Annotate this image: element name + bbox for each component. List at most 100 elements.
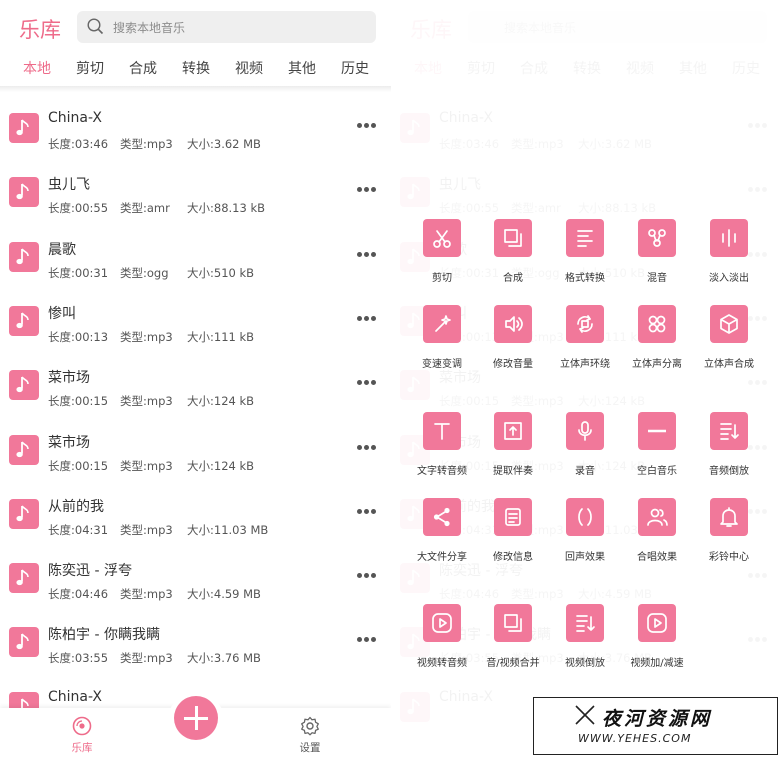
song-type: 类型:mp3 [120,522,173,537]
song-length: 长度:04:31 [48,522,109,537]
song-size: 大小:4.59 MB [187,587,261,602]
tool-label: 变速变调 [422,359,462,370]
song-row[interactable]: 菜市场 长度:00:15 类型:mp3 大小:124 kB [0,418,391,482]
merge-icon [494,219,532,257]
tool-label: 淡入淡出 [709,273,749,284]
song-row[interactable]: 从前的我 长度:04:31 类型:mp3 大小:11.03 MB [0,482,391,546]
song-row[interactable]: 陈柏宇 - 你瞒我瞒 长度:03:55 类型:mp3 大小:3.76 MB [0,610,391,674]
tool-label: 文字转音频 [417,466,467,477]
music-note-icon [9,434,39,465]
tool-label: 视频加/减速 [630,658,684,669]
nav-library[interactable]: 乐库 [62,716,102,756]
song-row[interactable]: 虫儿飞 长度:00:55 类型:amr 大小:88.13 kB [0,160,391,224]
tool-merge[interactable]: 合成 [473,219,553,289]
extract-icon [494,412,532,450]
tool-chorus[interactable]: 合唱效果 [617,498,697,568]
tool-video-to-audio[interactable]: 视频转音频 [402,604,482,674]
song-length: 长度:00:15 [48,394,109,409]
tab-compose[interactable]: 合成 [129,58,157,78]
tab-video[interactable]: 视频 [235,58,263,78]
song-length: 长度:00:31 [48,265,109,280]
song-type: 类型:mp3 [120,587,173,602]
song-row[interactable]: 陈奕迅 - 浮夸 长度:04:46 类型:mp3 大小:4.59 MB [0,546,391,610]
volume-icon [494,305,532,343]
tool-share[interactable]: 大文件分享 [402,498,482,568]
tool-format-convert[interactable]: 格式转换 [545,219,625,289]
share-icon [423,498,461,536]
tool-scissors[interactable]: 剪切 [402,219,482,289]
tab-history[interactable]: 历史 [341,58,369,78]
tool-cube[interactable]: 立体声合成 [689,305,769,375]
tool-blank[interactable]: 空白音乐 [617,412,697,482]
song-type: 类型:ogg [120,265,169,280]
video-reverse-icon [566,604,604,642]
song-size: 大小:11.03 MB [187,522,269,537]
nav-settings[interactable]: 设置 [290,716,330,756]
more-options-icon[interactable] [357,315,377,322]
nav-settings-label: 设置 [299,742,321,754]
tools-overlay-screen: 乐库 搜索本地音乐 本地 剪切 合成 转换 视频 其他 历史 China-X长度… [391,0,782,759]
more-options-icon[interactable] [357,573,377,579]
music-library-screen: 乐库 搜索本地音乐 本地 剪切 合成 转换 视频 其他 历史 China-X 长度… [0,0,391,759]
song-size: 大小:124 kB [187,458,255,473]
song-row[interactable]: 晨歌 长度:00:31 类型:ogg 大小:510 kB [0,225,391,289]
more-options-icon[interactable] [357,637,377,643]
search-icon [87,18,104,35]
tool-split[interactable]: 立体声分离 [617,305,697,375]
search-input[interactable]: 搜索本地音乐 [77,11,376,43]
tool-magic-wand[interactable]: 变速变调 [402,305,482,375]
song-row[interactable]: 菜市场 长度:00:15 类型:mp3 大小:124 kB [0,353,391,417]
tool-label: 混音 [647,273,667,284]
tab-convert[interactable]: 转换 [182,58,210,78]
song-length: 长度:00:13 [48,329,109,344]
tool-reverse[interactable]: 音频倒放 [689,412,769,482]
tool-text[interactable]: 文字转音频 [402,412,482,482]
tool-surround[interactable]: 立体声环绕 [545,305,625,375]
song-length: 长度:04:46 [48,587,109,602]
tool-label: 音频倒放 [709,466,749,477]
song-size: 大小:111 kB [187,329,255,344]
tab-cut[interactable]: 剪切 [76,58,104,78]
music-note-icon [9,305,39,336]
song-title: 菜市场 [48,370,90,387]
add-button[interactable] [174,696,218,740]
tool-echo[interactable]: 回声效果 [545,498,625,568]
more-options-icon[interactable] [357,251,377,258]
more-options-icon[interactable] [357,444,377,451]
blank-icon [638,412,676,450]
tool-video-reverse[interactable]: 视频倒放 [545,604,625,674]
tool-edit-info[interactable]: 修改信息 [473,498,553,568]
more-options-icon[interactable] [357,380,377,386]
tool-volume[interactable]: 修改音量 [473,305,553,375]
more-options-icon[interactable] [357,187,377,193]
format-convert-icon [566,219,604,257]
more-options-icon[interactable] [357,508,377,515]
song-type: 类型:amr [120,201,170,216]
tool-label: 音/视频合并 [486,658,540,669]
more-options-icon[interactable] [357,123,377,129]
tool-label: 立体声分离 [632,359,682,370]
tool-mix[interactable]: 混音 [617,219,697,289]
gear-icon [301,716,319,736]
song-type: 类型:mp3 [120,329,173,344]
song-row[interactable]: 惨叫 长度:00:13 类型:mp3 大小:111 kB [0,289,391,353]
echo-icon [566,498,604,536]
tool-fade[interactable]: 淡入淡出 [689,219,769,289]
tool-label: 立体声环绕 [560,359,610,370]
song-size: 大小:88.13 kB [187,201,266,216]
tool-video-speed[interactable]: 视频加/减速 [617,604,697,674]
tool-label: 提取伴奏 [493,466,533,477]
song-length: 长度:03:55 [48,651,109,666]
music-note-icon [9,498,39,529]
tool-grid: 剪切 合成 格式转换 混音 淡入淡出变速变调 修改音量 立体声环绕 立体声分离 立体声合成文字转… [391,0,782,700]
tab-other[interactable]: 其他 [288,58,316,78]
tool-microphone[interactable]: 录音 [545,412,625,482]
tool-label: 彩铃中心 [709,552,749,563]
split-icon [638,305,676,343]
av-merge-icon [494,604,532,642]
tool-bell[interactable]: 彩铃中心 [689,498,769,568]
tool-av-merge[interactable]: 音/视频合并 [473,604,553,674]
tool-extract[interactable]: 提取伴奏 [473,412,553,482]
song-row[interactable]: China-X 长度:03:46 类型:mp3 大小:3.62 MB [0,96,391,160]
tab-local[interactable]: 本地 [23,58,51,78]
